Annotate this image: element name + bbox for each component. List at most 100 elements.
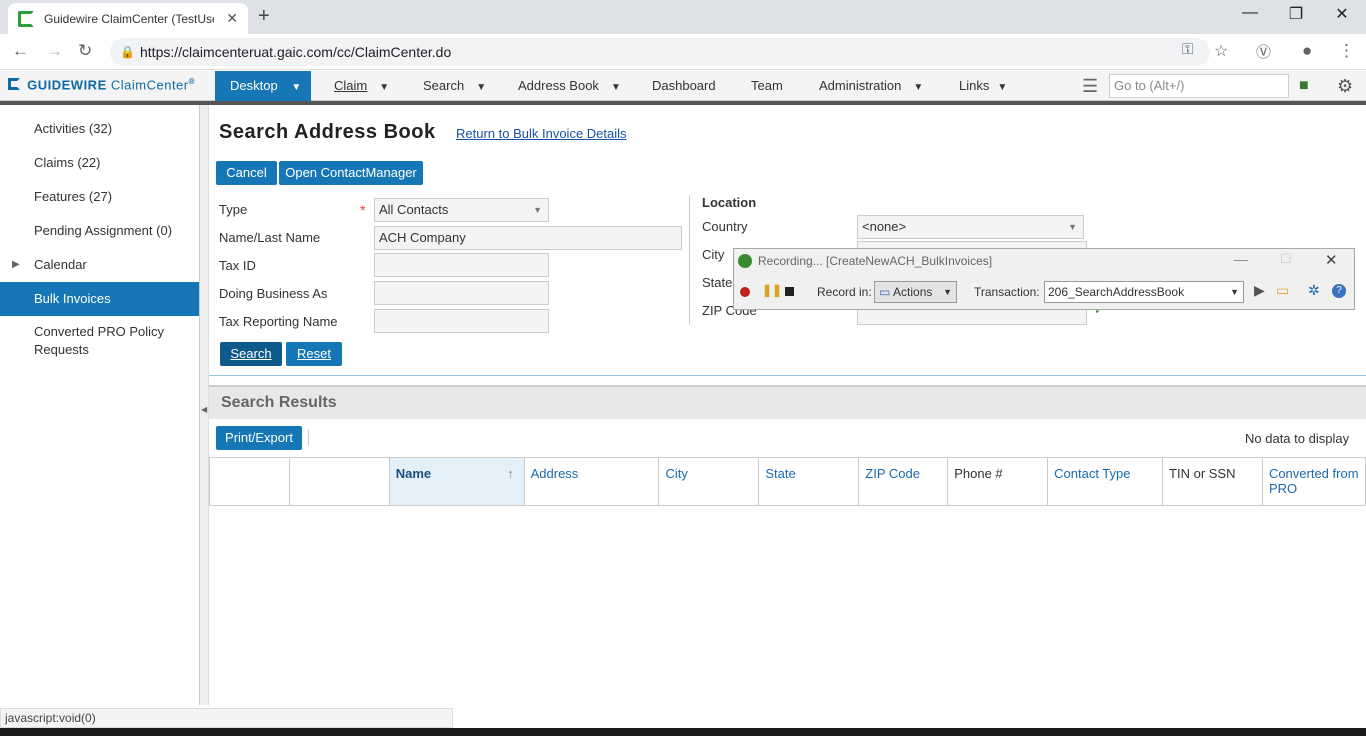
guidewire-favicon-icon [18,10,34,27]
return-to-bulk-invoice-link[interactable]: Return to Bulk Invoice Details [456,126,627,141]
sidebar-item-calendar-label: Calendar [34,257,87,272]
transaction-value: 206_SearchAddressBook [1048,285,1185,299]
recorder-maximize-icon[interactable]: ☐ [1280,251,1292,267]
recorder-minimize-icon[interactable]: — [1234,251,1248,267]
url-field[interactable]: 🔒 https://claimcenteruat.gaic.com/cc/Cla… [110,38,1210,66]
recorder-toolbar: ❚❚ Record in: ▭ Actions ▼ Transaction: 2… [734,279,1354,309]
cancel-button[interactable]: Cancel [216,161,277,185]
chevron-down-icon[interactable]: ▼ [476,82,486,93]
hamburger-icon[interactable]: ☰ [1082,71,1098,101]
expand-icon[interactable]: ▶ [12,248,20,282]
column-header-zip[interactable]: ZIP Code [858,457,949,506]
sidebar-item-features[interactable]: Features (27) [0,180,199,214]
country-select[interactable]: <none> ▼ [857,215,1084,239]
close-tab-icon[interactable]: ✕ [226,10,238,27]
key-icon[interactable]: ⚿ [1182,41,1193,58]
open-folder-icon[interactable]: ▭ [1276,282,1289,299]
sidebar-item-pending-assignment[interactable]: Pending Assignment (0) [0,214,199,248]
dba-field[interactable] [374,281,549,305]
star-icon[interactable]: ☆ [1214,41,1228,61]
help-icon[interactable]: ? [1332,284,1346,298]
sidebar-item-calendar[interactable]: ▶ Calendar [0,248,199,282]
tab-dashboard[interactable]: Dashboard [652,71,716,101]
column-header-name[interactable]: Name ↑ [388,457,525,506]
chevron-down-icon[interactable]: ▼ [611,82,621,93]
new-tab-icon[interactable]: + [258,5,270,28]
name-field[interactable]: ACH Company [374,226,682,250]
sidebar-item-activities[interactable]: Activities (32) [0,112,199,146]
browser-status-bar: javascript:void(0) [0,708,453,728]
tab-claim[interactable]: Claim ▼ [334,71,389,101]
tab-administration[interactable]: Administration ▼ [819,71,923,101]
app-logo: GUIDEWIRE ClaimCenter® [8,77,195,92]
sidebar-item-converted-pro-label: Converted PRO Policy Requests [34,324,165,357]
pause-icon[interactable]: ❚❚ [762,283,782,297]
main-content: Search Address Book Return to Bulk Invoi… [209,105,1366,705]
transaction-select[interactable]: 206_SearchAddressBook ▼ [1044,281,1244,303]
collapse-arrow-icon[interactable]: ◀ [201,405,207,414]
guidewire-logo-icon [8,78,20,91]
goto-input[interactable]: Go to (Alt+/) [1109,74,1289,98]
chevron-down-icon[interactable]: ▼ [913,82,923,93]
logo-brand: GUIDEWIRE [27,77,107,93]
chevron-down-icon[interactable]: ▼ [1068,216,1077,238]
type-label: Type [219,202,248,217]
reset-button[interactable]: Reset [286,342,342,366]
tab-search[interactable]: Search ▼ [423,71,486,101]
tab-links[interactable]: Links ▼ [959,71,1007,101]
tab-claim-label: Claim [334,78,368,93]
column-header-contact-type[interactable]: Contact Type [1047,457,1164,506]
chevron-down-icon[interactable]: ▼ [997,82,1007,93]
tab-team[interactable]: Team [751,71,783,101]
minimize-icon[interactable]: — [1227,4,1273,22]
stop-icon[interactable] [785,287,794,296]
recorder-close-icon[interactable]: ✕ [1325,251,1338,269]
country-value: <none> [862,219,907,234]
recorder-app-icon [738,254,752,268]
gear-icon[interactable]: ⚙ [1337,71,1353,101]
column-header-converted[interactable]: Converted from PRO [1261,457,1366,506]
taxid-label: Tax ID [219,258,256,273]
restore-icon[interactable]: ❐ [1273,4,1319,24]
record-icon[interactable] [740,287,750,297]
sidebar-item-bulk-invoices[interactable]: Bulk Invoices [0,282,199,316]
search-button[interactable]: Search [220,342,282,366]
column-header-city[interactable]: City [658,457,760,506]
chevron-down-icon[interactable]: ▼ [1230,282,1239,302]
results-table: Name ↑ Address City State ZIP Code Phone … [209,457,1366,506]
print-export-button[interactable]: Print/Export [216,426,302,450]
tab-links-label: Links [959,78,990,93]
chevron-down-icon[interactable]: ▼ [379,82,389,93]
type-select[interactable]: All Contacts ▼ [374,198,549,222]
sidebar-item-claims[interactable]: Claims (22) [0,146,199,180]
os-taskbar [0,728,1366,736]
save-icon[interactable]: ■ [1299,71,1309,101]
form-divider [689,195,690,325]
browser-tab-strip: Guidewire ClaimCenter (TestUser ✕ + — ❐ … [0,0,1366,34]
browser-tab[interactable]: Guidewire ClaimCenter (TestUser ✕ [8,3,248,34]
record-in-select[interactable]: ▭ Actions ▼ [874,281,957,303]
search-results-header: Search Results [209,385,1366,419]
taxid-field[interactable] [374,253,549,277]
open-contactmanager-button[interactable]: Open ContactManager [279,161,423,185]
tab-address-book[interactable]: Address Book ▼ [518,71,621,101]
column-header-address[interactable]: Address [523,457,660,506]
sidebar-item-converted-pro[interactable]: Converted PRO Policy Requests [0,323,199,363]
chevron-down-icon[interactable]: ▼ [533,199,542,221]
forward-icon[interactable]: → [46,41,63,61]
back-icon[interactable]: ← [12,41,29,61]
sort-ascending-icon[interactable]: ↑ [507,466,514,481]
close-window-icon[interactable]: ✕ [1319,4,1365,24]
sidebar-collapse-handle[interactable]: ◀ [200,105,209,705]
column-header-state[interactable]: State [758,457,860,506]
tab-desktop[interactable]: Desktop ▼ [215,71,311,101]
tax-reporting-field[interactable] [374,309,549,333]
extension-icon[interactable]: Ⓥ [1256,41,1271,62]
snapshot-icon[interactable]: ✲ [1308,282,1320,299]
next-icon[interactable]: ▶ [1254,282,1265,299]
menu-icon[interactable]: ⋮ [1338,41,1355,61]
chevron-down-icon[interactable]: ▼ [291,82,301,93]
chevron-down-icon[interactable]: ▼ [943,282,952,302]
account-icon[interactable]: ● [1302,41,1312,61]
reload-icon[interactable]: ↻ [78,41,92,61]
